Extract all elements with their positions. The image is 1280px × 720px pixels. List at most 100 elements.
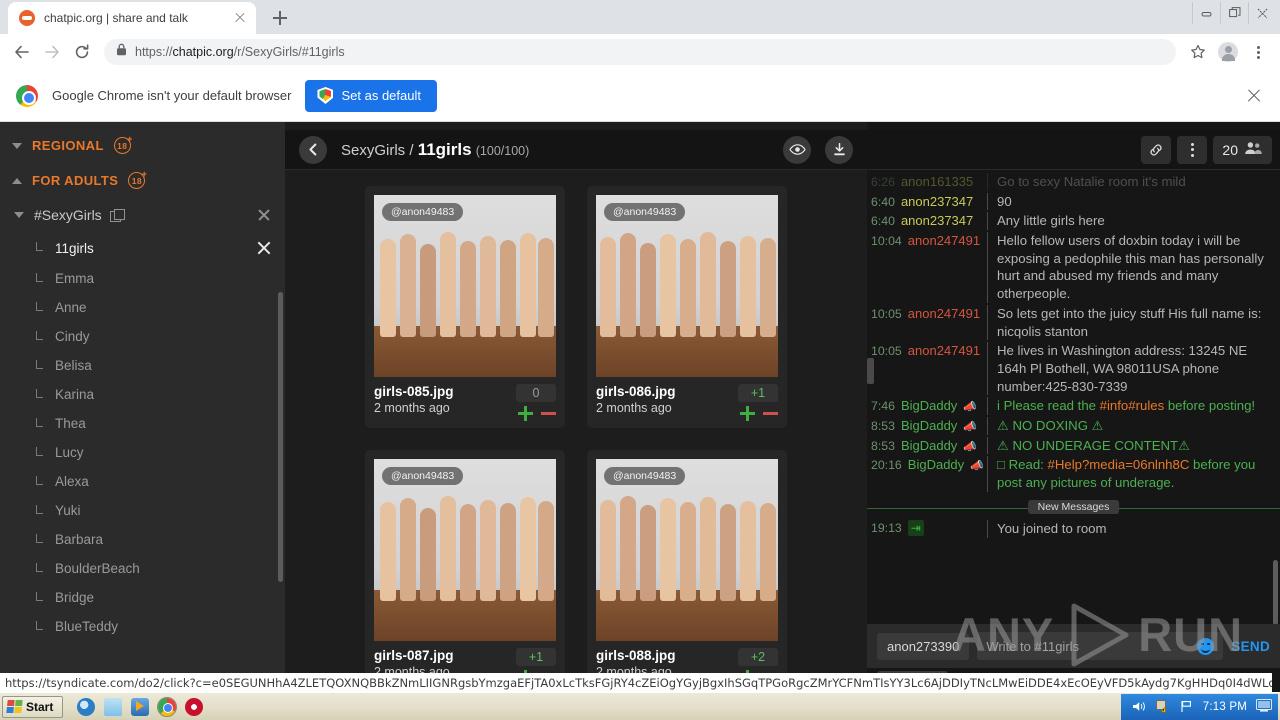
figure-group <box>596 221 778 337</box>
gallery-card[interactable]: @anon49483 <box>365 450 565 692</box>
restore-icon[interactable] <box>1220 2 1248 24</box>
sidebar-item-karina[interactable]: Karina <box>0 380 285 409</box>
sidebar-item-11girls[interactable]: 11girls <box>0 232 285 264</box>
sidebar-room-sexygirls[interactable]: #SexyGirls <box>0 198 285 232</box>
file-name: girls-088.jpg <box>596 648 676 663</box>
vote-score: +2 <box>738 648 778 666</box>
users-count-button[interactable]: 20 <box>1213 135 1272 164</box>
message-nick[interactable]: anon247491 <box>908 342 980 359</box>
message-nick[interactable]: anon237347 <box>901 212 973 229</box>
message-nick[interactable]: BigDaddy <box>908 456 964 473</box>
thumbnail-image[interactable]: @anon49483 <box>374 195 556 377</box>
status-bar-link: https://tsyndicate.com/do2/click?c=e0SEG… <box>0 673 1272 692</box>
users-count: 20 <box>1222 141 1238 158</box>
message-nick[interactable]: anon247491 <box>908 305 980 322</box>
age-badge-18: 18 <box>113 134 133 154</box>
smiley-icon[interactable] <box>1197 637 1215 655</box>
network-flag-icon[interactable] <box>1179 699 1194 714</box>
volume-icon[interactable] <box>1131 699 1146 714</box>
message-nick[interactable]: BigDaddy <box>901 417 957 434</box>
thumbnail-image[interactable]: @anon49483 <box>374 459 556 641</box>
back-arrow-icon[interactable] <box>8 38 36 66</box>
opera-icon[interactable] <box>185 697 204 716</box>
close-window-icon[interactable] <box>1248 2 1276 24</box>
minus-icon[interactable] <box>541 406 556 421</box>
download-icon[interactable] <box>825 135 853 164</box>
sidebar-category-regional[interactable]: REGIONAL 18 <box>0 128 285 163</box>
chat-toolbar: 20 <box>867 130 1280 170</box>
thumbnail-image[interactable]: @anon49483 <box>596 459 778 641</box>
sidebar-item-boulderbeach[interactable]: BoulderBeach <box>0 554 285 583</box>
sidebar-item-blueteddy[interactable]: BlueTeddy <box>0 612 285 641</box>
chat-messages[interactable]: 6:26 anon161335 Go to sexy Natalie room i… <box>867 170 1280 624</box>
message-text-after: before posting! <box>1164 398 1256 414</box>
message-time: 10:05 <box>871 306 902 321</box>
internet-explorer-icon[interactable] <box>77 697 96 716</box>
breadcrumb-parent[interactable]: SexyGirls <box>341 142 405 159</box>
sidebar-item-lucy[interactable]: Lucy <box>0 438 285 467</box>
sidebar-item-thea[interactable]: Thea <box>0 409 285 438</box>
folder-icon[interactable] <box>104 697 123 716</box>
message-highlight[interactable]: #Help?media=06nlnh8C <box>1048 457 1190 472</box>
gallery-card[interactable]: @anon49483 <box>587 186 787 428</box>
eye-icon[interactable] <box>783 135 811 164</box>
chrome-icon[interactable] <box>157 696 178 717</box>
browser-window: chatpic.org | share and talk https://cha… <box>0 0 1280 692</box>
message-text: Hello fellow users of doxbin today i wil… <box>987 232 1280 303</box>
message-input[interactable]: Write to #11girls <box>977 632 1224 660</box>
taskbar-clock[interactable]: 7:13 PM <box>1203 701 1247 713</box>
message-nick[interactable]: anon161335 <box>901 173 973 190</box>
nickname-chip[interactable]: anon273390 <box>877 632 970 660</box>
sidebar-item-emma[interactable]: Emma <box>0 264 285 293</box>
minimize-icon[interactable] <box>1192 2 1220 24</box>
copy-stack-icon[interactable] <box>109 208 125 222</box>
chat-message: 20:16 BigDaddy 📣 □ Read: #Help?media=06nln… <box>867 455 1280 492</box>
chat-message: 10:05 anon247491 He lives in Washington a… <box>867 341 1280 396</box>
message-nick[interactable]: anon247491 <box>908 232 980 249</box>
desktop-icon[interactable] <box>1256 699 1272 714</box>
sidebar-category-for-adults[interactable]: FOR ADULTS 18 <box>0 163 285 198</box>
close-icon[interactable] <box>255 206 273 224</box>
sidebar-item-alexa[interactable]: Alexa <box>0 467 285 496</box>
media-player-icon[interactable] <box>131 697 150 716</box>
message-nick[interactable]: BigDaddy <box>901 397 957 414</box>
kebab-menu-icon[interactable] <box>1244 38 1272 66</box>
browser-tab[interactable]: chatpic.org | share and talk <box>8 2 256 34</box>
plus-icon[interactable] <box>518 406 533 421</box>
reload-icon[interactable] <box>68 38 96 66</box>
gallery-card[interactable]: @anon49483 <box>365 186 565 428</box>
sidebar-item-bridge[interactable]: Bridge <box>0 583 285 612</box>
set-as-default-button[interactable]: Set as default <box>305 79 437 112</box>
security-alert-icon[interactable] <box>1155 699 1170 714</box>
back-chevron-icon[interactable] <box>299 135 327 164</box>
sidebar-item-belisa[interactable]: Belisa <box>0 351 285 380</box>
chat-message: 8:53 BigDaddy 📣 ⚠ NO DOXING ⚠ <box>867 416 1280 436</box>
address-bar[interactable]: https://chatpic.org/r/SexyGirls/#11girls <box>104 39 1176 65</box>
thumbnail-image[interactable]: @anon49483 <box>596 195 778 377</box>
message-highlight[interactable]: #info#rules <box>1100 398 1165 413</box>
close-icon[interactable] <box>255 239 273 257</box>
minus-icon[interactable] <box>763 406 778 421</box>
message-nick[interactable]: anon237347 <box>901 193 973 210</box>
chat-scrollbar[interactable] <box>1273 560 1278 624</box>
sidebar-item-barbara[interactable]: Barbara <box>0 525 285 554</box>
avatar-icon[interactable] <box>1214 38 1242 66</box>
plus-icon[interactable] <box>740 406 755 421</box>
chat-message: 6:40 anon237347 90 <box>867 192 1280 212</box>
close-tab-icon[interactable] <box>232 10 248 26</box>
close-icon[interactable] <box>1244 86 1264 106</box>
start-button[interactable]: Start <box>2 695 64 718</box>
kebab-menu-icon[interactable] <box>1177 135 1208 164</box>
star-icon[interactable] <box>1184 38 1212 66</box>
gallery-card[interactable]: @anon49483 <box>587 450 787 692</box>
message-nick[interactable]: BigDaddy <box>901 437 957 454</box>
sidebar-item-anne[interactable]: Anne <box>0 293 285 322</box>
sidebar-scrollbar[interactable] <box>278 292 283 582</box>
send-button[interactable]: SEND <box>1231 639 1270 654</box>
chat-message: 10:04 anon247491 Hello fellow users of do… <box>867 231 1280 304</box>
link-icon[interactable] <box>1141 135 1172 164</box>
new-tab-icon[interactable] <box>266 4 294 32</box>
forward-arrow-icon[interactable] <box>38 38 66 66</box>
sidebar-item-cindy[interactable]: Cindy <box>0 322 285 351</box>
sidebar-item-yuki[interactable]: Yuki <box>0 496 285 525</box>
